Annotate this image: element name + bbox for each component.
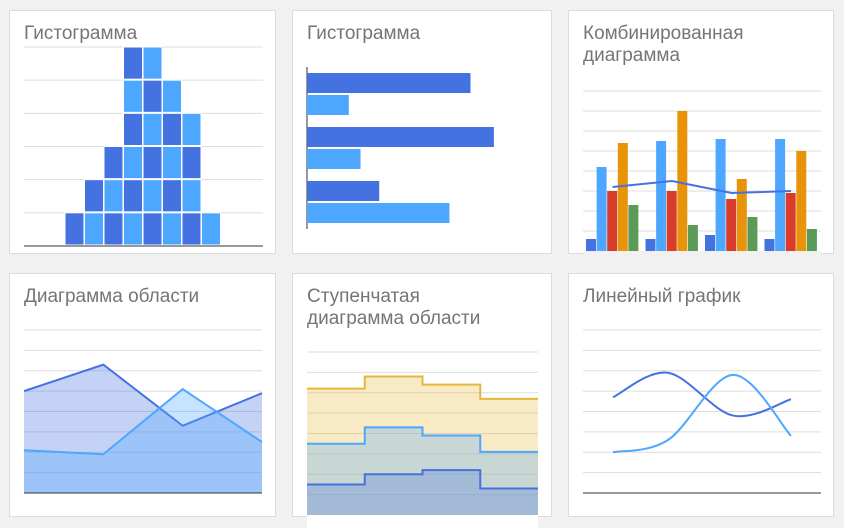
histogram-bar	[103, 212, 124, 246]
combo-bar	[645, 239, 656, 251]
histogram-bar	[162, 112, 182, 147]
histogram-bar	[142, 212, 163, 246]
histogram-bar	[181, 146, 202, 180]
combo-bar	[607, 191, 618, 251]
horizontal-bar	[307, 149, 361, 169]
card-stepped-area-chart[interactable]: Ступенчатая диаграмма области	[292, 273, 552, 528]
histogram-bar	[142, 146, 163, 180]
line-series	[612, 373, 792, 454]
histogram-bar	[201, 212, 221, 246]
histogram-bar	[123, 46, 143, 80]
histogram-bar	[123, 146, 143, 180]
horizontal-bar	[307, 95, 349, 115]
histogram-bar	[162, 212, 182, 246]
combo-bar	[617, 143, 628, 251]
histogram-bar	[123, 112, 143, 147]
combo-bar	[656, 141, 667, 251]
histogram-bar	[181, 179, 202, 213]
card-line-chart[interactable]: Линейный график	[568, 273, 834, 517]
combo-bar	[705, 235, 715, 251]
card-combo-chart[interactable]: Комбинированная диаграмма	[568, 10, 834, 267]
card-area-chart[interactable]: Диаграмма области	[9, 273, 276, 517]
area-chart	[23, 329, 263, 494]
combo-bar	[596, 167, 607, 251]
histogram-bar	[142, 112, 163, 147]
histogram-bar	[162, 179, 182, 213]
horizontal-bar	[307, 181, 380, 201]
horizontal-bar-chart	[306, 67, 494, 229]
combo-bar	[628, 205, 639, 251]
line-chart	[583, 329, 821, 494]
chart-footer-band	[307, 515, 538, 528]
histogram-bar	[103, 179, 124, 213]
combo-bar	[806, 229, 817, 251]
histogram-bar	[84, 179, 104, 213]
card-histogram-vertical[interactable]: Гистограмма	[9, 10, 276, 254]
combo-bar	[785, 193, 796, 251]
combo-bar	[775, 139, 786, 251]
stepped-area-chart	[307, 351, 538, 528]
histogram-bar	[123, 212, 143, 246]
line-series	[612, 371, 792, 418]
combo-bar	[796, 151, 807, 251]
horizontal-bar	[307, 203, 450, 223]
combo-chart	[583, 90, 821, 267]
combo-bar	[715, 139, 726, 251]
horizontal-bar	[307, 73, 471, 93]
combo-bar	[736, 179, 747, 251]
histogram-bar	[142, 46, 163, 80]
combo-bar	[677, 111, 688, 251]
card-histogram-horizontal[interactable]: Гистограмма	[292, 10, 552, 254]
combo-bar	[726, 199, 737, 251]
histogram-bar	[181, 112, 202, 147]
combo-bar	[747, 217, 758, 251]
combo-bar	[687, 225, 698, 251]
histogram-bar	[123, 79, 143, 113]
combo-bar	[666, 191, 677, 251]
horizontal-bar	[307, 127, 494, 147]
histogram-bar	[162, 79, 182, 113]
histogram-bar	[162, 146, 182, 180]
histogram-bar	[142, 79, 163, 113]
combo-bar	[586, 239, 596, 251]
histogram-bar	[123, 179, 143, 213]
histogram-bar	[103, 146, 124, 180]
histogram-bar	[84, 212, 104, 246]
histogram-chart	[24, 46, 263, 247]
chart-footer-band	[583, 251, 821, 267]
histogram-bar	[64, 212, 85, 246]
histogram-bar	[142, 179, 163, 213]
histogram-bar	[181, 212, 202, 246]
combo-bar	[764, 239, 775, 251]
